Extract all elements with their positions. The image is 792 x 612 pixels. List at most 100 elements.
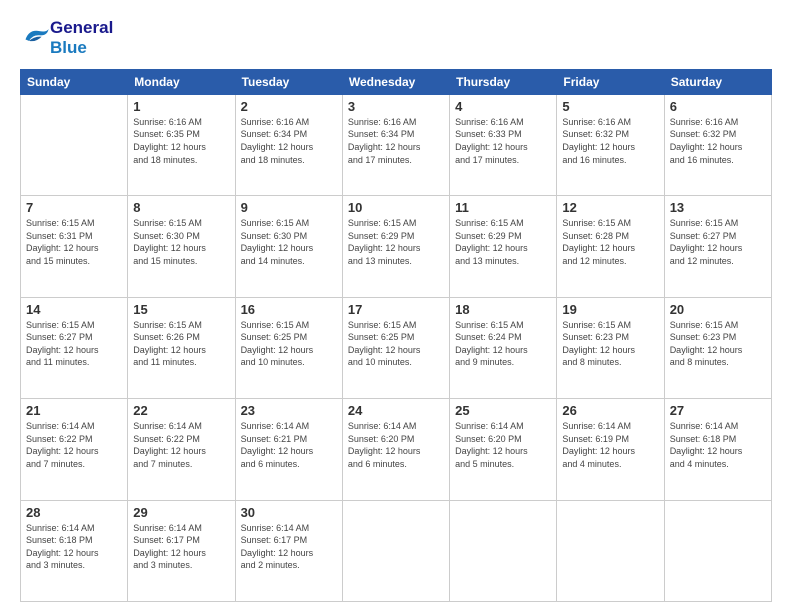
day-info: Sunrise: 6:14 AM Sunset: 6:22 PM Dayligh… (133, 420, 229, 470)
calendar-cell: 6Sunrise: 6:16 AM Sunset: 6:32 PM Daylig… (664, 94, 771, 195)
day-info: Sunrise: 6:14 AM Sunset: 6:17 PM Dayligh… (241, 522, 337, 572)
calendar-cell (21, 94, 128, 195)
calendar-cell: 22 Sunrise: 6:14 AM Sunset: 6:22 PM Dayli… (128, 399, 235, 500)
calendar-cell (557, 500, 664, 601)
day-number: 4 (455, 99, 551, 114)
day-number: 17 (348, 302, 444, 317)
day-info: Sunrise: 6:14 AM Sunset: 6:20 PM Dayligh… (348, 420, 444, 470)
weekday-header-thursday: Thursday (450, 69, 557, 94)
calendar-cell (664, 500, 771, 601)
day-number: 5 (562, 99, 658, 114)
day-number: 20 (670, 302, 766, 317)
calendar-table: SundayMondayTuesdayWednesdayThursdayFrid… (20, 69, 772, 602)
day-info: Sunrise: 6:14 AM Sunset: 6:22 PM Dayligh… (26, 420, 122, 470)
day-number: 9 (241, 200, 337, 215)
day-info: Sunrise: 6:16 AM Sunset: 6:34 PM Dayligh… (348, 116, 444, 166)
weekday-header-wednesday: Wednesday (342, 69, 449, 94)
day-info: Sunrise: 6:15 AM Sunset: 6:27 PM Dayligh… (670, 217, 766, 267)
day-number: 26 (562, 403, 658, 418)
day-number: 16 (241, 302, 337, 317)
logo-text: General Blue (50, 18, 113, 59)
day-number: 29 (133, 505, 229, 520)
day-info: Sunrise: 6:15 AM Sunset: 6:25 PM Dayligh… (348, 319, 444, 369)
day-info: Sunrise: 6:15 AM Sunset: 6:26 PM Dayligh… (133, 319, 229, 369)
weekday-header-tuesday: Tuesday (235, 69, 342, 94)
day-info: Sunrise: 6:16 AM Sunset: 6:33 PM Dayligh… (455, 116, 551, 166)
day-number: 1 (133, 99, 229, 114)
day-number: 14 (26, 302, 122, 317)
calendar-cell: 2 Sunrise: 6:16 AM Sunset: 6:34 PM Daylig… (235, 94, 342, 195)
day-number: 18 (455, 302, 551, 317)
weekday-header-saturday: Saturday (664, 69, 771, 94)
calendar-cell: 16Sunrise: 6:15 AM Sunset: 6:25 PM Dayli… (235, 297, 342, 398)
day-number: 2 (241, 99, 337, 114)
calendar-cell: 14Sunrise: 6:15 AM Sunset: 6:27 PM Dayli… (21, 297, 128, 398)
calendar-cell: 20 Sunrise: 6:15 AM Sunset: 6:23 PM Dayli… (664, 297, 771, 398)
day-info: Sunrise: 6:15 AM Sunset: 6:29 PM Dayligh… (455, 217, 551, 267)
day-number: 24 (348, 403, 444, 418)
calendar-cell: 28Sunrise: 6:14 AM Sunset: 6:18 PM Dayli… (21, 500, 128, 601)
logo: General Blue (20, 18, 113, 59)
calendar-cell: 12 Sunrise: 6:15 AM Sunset: 6:28 PM Dayli… (557, 196, 664, 297)
weekday-header-sunday: Sunday (21, 69, 128, 94)
calendar-cell: 29 Sunrise: 6:14 AM Sunset: 6:17 PM Dayli… (128, 500, 235, 601)
day-number: 12 (562, 200, 658, 215)
calendar-cell: 8 Sunrise: 6:15 AM Sunset: 6:30 PM Daylig… (128, 196, 235, 297)
day-info: Sunrise: 6:15 AM Sunset: 6:23 PM Dayligh… (670, 319, 766, 369)
weekday-header-friday: Friday (557, 69, 664, 94)
day-info: Sunrise: 6:14 AM Sunset: 6:17 PM Dayligh… (133, 522, 229, 572)
day-number: 13 (670, 200, 766, 215)
calendar-cell: 18 Sunrise: 6:15 AM Sunset: 6:24 PM Dayli… (450, 297, 557, 398)
calendar-cell: 1 Sunrise: 6:16 AM Sunset: 6:35 PM Daylig… (128, 94, 235, 195)
day-info: Sunrise: 6:15 AM Sunset: 6:23 PM Dayligh… (562, 319, 658, 369)
day-number: 3 (348, 99, 444, 114)
calendar-cell: 24 Sunrise: 6:14 AM Sunset: 6:20 PM Dayli… (342, 399, 449, 500)
calendar-cell: 19 Sunrise: 6:15 AM Sunset: 6:23 PM Dayli… (557, 297, 664, 398)
calendar-week-2: 7Sunrise: 6:15 AM Sunset: 6:31 PM Daylig… (21, 196, 772, 297)
calendar-cell (342, 500, 449, 601)
day-info: Sunrise: 6:15 AM Sunset: 6:29 PM Dayligh… (348, 217, 444, 267)
calendar-cell: 11 Sunrise: 6:15 AM Sunset: 6:29 PM Dayli… (450, 196, 557, 297)
header: General Blue (20, 18, 772, 59)
calendar-cell: 17 Sunrise: 6:15 AM Sunset: 6:25 PM Dayli… (342, 297, 449, 398)
calendar-week-1: 1 Sunrise: 6:16 AM Sunset: 6:35 PM Daylig… (21, 94, 772, 195)
day-number: 11 (455, 200, 551, 215)
calendar-cell: 30 Sunrise: 6:14 AM Sunset: 6:17 PM Dayli… (235, 500, 342, 601)
calendar-cell: 7Sunrise: 6:15 AM Sunset: 6:31 PM Daylig… (21, 196, 128, 297)
day-number: 19 (562, 302, 658, 317)
day-info: Sunrise: 6:16 AM Sunset: 6:34 PM Dayligh… (241, 116, 337, 166)
calendar-cell: 21 Sunrise: 6:14 AM Sunset: 6:22 PM Dayli… (21, 399, 128, 500)
calendar-cell: 26 Sunrise: 6:14 AM Sunset: 6:19 PM Dayli… (557, 399, 664, 500)
day-info: Sunrise: 6:14 AM Sunset: 6:18 PM Dayligh… (670, 420, 766, 470)
weekday-header-monday: Monday (128, 69, 235, 94)
calendar-page: General Blue SundayMondayTuesdayWednesda… (0, 0, 792, 612)
calendar-cell: 25Sunrise: 6:14 AM Sunset: 6:20 PM Dayli… (450, 399, 557, 500)
day-number: 23 (241, 403, 337, 418)
day-info: Sunrise: 6:14 AM Sunset: 6:19 PM Dayligh… (562, 420, 658, 470)
calendar-cell: 3 Sunrise: 6:16 AM Sunset: 6:34 PM Daylig… (342, 94, 449, 195)
day-info: Sunrise: 6:15 AM Sunset: 6:31 PM Dayligh… (26, 217, 122, 267)
day-info: Sunrise: 6:16 AM Sunset: 6:35 PM Dayligh… (133, 116, 229, 166)
day-info: Sunrise: 6:15 AM Sunset: 6:28 PM Dayligh… (562, 217, 658, 267)
calendar-cell: 15 Sunrise: 6:15 AM Sunset: 6:26 PM Dayli… (128, 297, 235, 398)
day-info: Sunrise: 6:16 AM Sunset: 6:32 PM Dayligh… (562, 116, 658, 166)
day-info: Sunrise: 6:15 AM Sunset: 6:30 PM Dayligh… (241, 217, 337, 267)
day-info: Sunrise: 6:14 AM Sunset: 6:18 PM Dayligh… (26, 522, 122, 572)
day-number: 22 (133, 403, 229, 418)
calendar-cell: 9 Sunrise: 6:15 AM Sunset: 6:30 PM Daylig… (235, 196, 342, 297)
calendar-cell: 27Sunrise: 6:14 AM Sunset: 6:18 PM Dayli… (664, 399, 771, 500)
calendar-cell: 5 Sunrise: 6:16 AM Sunset: 6:32 PM Daylig… (557, 94, 664, 195)
day-info: Sunrise: 6:15 AM Sunset: 6:24 PM Dayligh… (455, 319, 551, 369)
calendar-cell: 10 Sunrise: 6:15 AM Sunset: 6:29 PM Dayli… (342, 196, 449, 297)
day-info: Sunrise: 6:14 AM Sunset: 6:20 PM Dayligh… (455, 420, 551, 470)
calendar-cell: 4 Sunrise: 6:16 AM Sunset: 6:33 PM Daylig… (450, 94, 557, 195)
day-info: Sunrise: 6:15 AM Sunset: 6:30 PM Dayligh… (133, 217, 229, 267)
day-number: 21 (26, 403, 122, 418)
day-number: 30 (241, 505, 337, 520)
calendar-cell: 13 Sunrise: 6:15 AM Sunset: 6:27 PM Dayli… (664, 196, 771, 297)
day-number: 8 (133, 200, 229, 215)
day-number: 15 (133, 302, 229, 317)
day-number: 10 (348, 200, 444, 215)
weekday-header-row: SundayMondayTuesdayWednesdayThursdayFrid… (21, 69, 772, 94)
calendar-cell: 23Sunrise: 6:14 AM Sunset: 6:21 PM Dayli… (235, 399, 342, 500)
